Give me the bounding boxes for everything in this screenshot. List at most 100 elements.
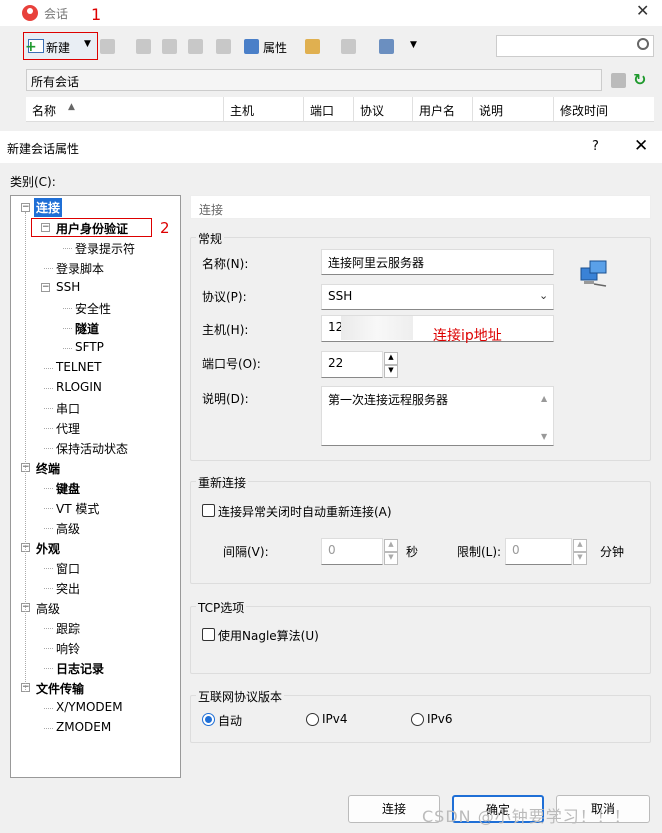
limit-down-icon[interactable]: ▼ — [573, 552, 587, 565]
tree-node[interactable]: 安全性 — [75, 300, 111, 317]
limit-unit: 分钟 — [600, 545, 625, 559]
limit-up-icon[interactable]: ▲ — [573, 539, 587, 552]
paste-icon[interactable] — [188, 39, 203, 54]
session-window-titlebar: 会话 1 ✕ — [0, 0, 662, 26]
category-label: 类别(C): — [10, 175, 56, 189]
properties-icon[interactable] — [244, 39, 259, 54]
tree-node[interactable]: 隧道 — [75, 320, 99, 337]
new-session-label: 新建 — [46, 41, 71, 55]
description-field[interactable]: 第一次连接远程服务器 — [321, 386, 554, 446]
tree-node[interactable]: 窗口 — [56, 560, 80, 577]
close-icon[interactable]: ✕ — [634, 136, 648, 156]
copy-icon[interactable] — [162, 39, 177, 54]
tree-connector — [63, 248, 72, 249]
collapse-icon[interactable]: − — [21, 203, 30, 212]
tree-connector — [44, 648, 53, 649]
app-logo-icon — [22, 5, 38, 21]
tree-node[interactable]: 文件传输 — [36, 680, 84, 697]
ipv4-label: IPv4 — [322, 712, 348, 726]
ipv6-radio[interactable] — [411, 713, 424, 726]
annotation-box-2 — [31, 218, 152, 237]
port-up-icon[interactable]: ▲ — [384, 352, 398, 365]
tree-node[interactable]: 高级 — [36, 600, 60, 617]
tree-node[interactable]: SSH — [56, 280, 80, 294]
connect-icon[interactable] — [100, 39, 115, 54]
scroll-down-icon[interactable]: ▼ — [541, 432, 547, 441]
tree-node[interactable]: 响铃 — [56, 640, 80, 657]
interval-field[interactable]: 0 — [321, 538, 383, 565]
interval-up-icon[interactable]: ▲ — [384, 539, 398, 552]
protocol-select-value: SSH — [328, 289, 353, 303]
new-session-icon — [25, 39, 44, 53]
tree-connector — [44, 508, 53, 509]
tree-node[interactable]: SFTP — [75, 340, 104, 354]
chevron-down-icon[interactable]: ⌄ — [539, 289, 548, 302]
panel-header-text: 连接 — [199, 203, 224, 217]
tree-node[interactable]: 突出 — [56, 580, 80, 597]
folder-up-icon[interactable] — [611, 73, 626, 88]
refresh-icon[interactable]: ↻ — [633, 70, 646, 89]
column-name[interactable]: 名称 — [32, 102, 56, 119]
tree-connector — [44, 388, 53, 389]
collapse-icon[interactable]: − — [41, 283, 50, 292]
search-icon[interactable] — [637, 38, 649, 50]
protocol-select[interactable]: SSH ⌄ — [321, 284, 554, 310]
ipv4-radio[interactable] — [306, 713, 319, 726]
interval-down-icon[interactable]: ▼ — [384, 552, 398, 565]
port-down-icon[interactable]: ▼ — [384, 365, 398, 378]
folder-icon[interactable] — [305, 39, 320, 54]
general-group-label: 常规 — [196, 230, 225, 247]
tree-connector — [63, 348, 72, 349]
tree-node[interactable]: ZMODEM — [56, 720, 111, 734]
tree-node[interactable]: VT 模式 — [56, 500, 99, 517]
chevron-down-icon[interactable]: ▼ — [84, 39, 91, 49]
port-field[interactable]: 22 — [321, 351, 383, 378]
tree-node[interactable]: 登录提示符 — [75, 240, 135, 257]
ip-auto-radio[interactable] — [202, 713, 215, 726]
reconnect-group-label: 重新连接 — [196, 474, 249, 491]
tree-node[interactable]: RLOGIN — [56, 380, 102, 394]
nagle-checkbox[interactable] — [202, 628, 215, 641]
column-modified[interactable]: 修改时间 — [560, 102, 608, 119]
cut-icon[interactable] — [136, 39, 151, 54]
tree-node[interactable]: 高级 — [56, 520, 80, 537]
column-username[interactable]: 用户名 — [419, 102, 455, 119]
tree-connector — [44, 628, 53, 629]
auto-reconnect-checkbox[interactable] — [202, 504, 215, 517]
tree-node[interactable]: 外观 — [36, 540, 60, 557]
tree-node[interactable]: 键盘 — [56, 480, 80, 497]
tree-node[interactable]: 日志记录 — [56, 660, 104, 677]
session-window-title: 会话 — [44, 7, 69, 21]
tree-node[interactable]: 串口 — [56, 400, 80, 417]
name-field[interactable]: 连接阿里云服务器 — [321, 249, 554, 275]
description-label: 说明(D): — [202, 392, 249, 406]
tree-node[interactable]: 跟踪 — [56, 620, 80, 637]
watermark: CSDN @小钟要学习！！！ — [422, 807, 631, 826]
rename-icon[interactable] — [341, 39, 356, 54]
column-port[interactable]: 端口 — [310, 102, 334, 119]
column-host[interactable]: 主机 — [230, 102, 254, 119]
column-description[interactable]: 说明 — [479, 102, 503, 119]
tree-connector — [44, 588, 53, 589]
tree-node[interactable]: 保持活动状态 — [56, 440, 128, 457]
column-protocol[interactable]: 协议 — [360, 102, 384, 119]
view-dropdown-icon[interactable]: ▼ — [410, 40, 417, 50]
limit-label: 限制(L): — [457, 545, 502, 559]
tree-node[interactable]: TELNET — [56, 360, 102, 374]
help-icon[interactable]: ? — [592, 139, 599, 154]
tree-node[interactable]: 登录脚本 — [56, 260, 104, 277]
tree-connector — [44, 668, 53, 669]
new-session-button[interactable]: 新建 ▼ — [23, 32, 98, 60]
properties-label[interactable]: 属性 — [263, 39, 287, 56]
scroll-up-icon[interactable]: ▲ — [541, 394, 547, 403]
tree-node[interactable]: 连接 — [34, 198, 63, 217]
tree-node[interactable]: 代理 — [56, 420, 80, 437]
limit-field[interactable]: 0 — [505, 538, 572, 565]
search-input[interactable] — [496, 35, 654, 57]
close-icon[interactable]: ✕ — [636, 1, 649, 20]
delete-icon[interactable] — [216, 39, 231, 54]
tree-node[interactable]: X/YMODEM — [56, 700, 123, 714]
view-icon[interactable] — [379, 39, 394, 54]
tree-node[interactable]: 终端 — [36, 460, 60, 477]
tree-connector — [44, 488, 53, 489]
